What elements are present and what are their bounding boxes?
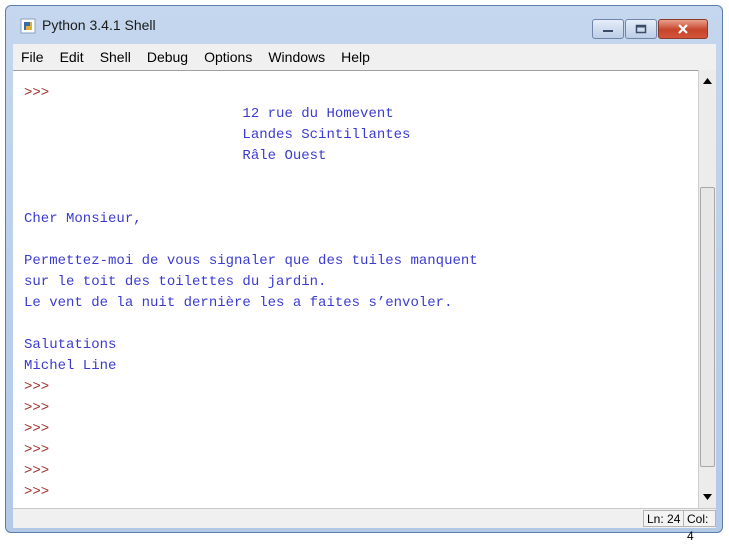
shell-output-line: sur le toit des toilettes du jardin. — [24, 274, 327, 290]
arrow-down-icon — [703, 493, 712, 500]
scroll-up-button[interactable] — [699, 72, 716, 89]
shell-output-line: Cher Monsieur, — [24, 211, 142, 227]
shell-output-line: Râle Ouest — [24, 148, 327, 164]
menu-windows[interactable]: Windows — [260, 44, 333, 70]
menu-shell[interactable]: Shell — [92, 44, 139, 70]
arrow-up-icon — [703, 77, 712, 84]
shell-output-line: Le vent de la nuit dernière les a faites… — [24, 295, 453, 311]
window-title: Python 3.4.1 Shell — [42, 17, 156, 33]
shell-output-line: Michel Line — [24, 358, 117, 374]
shell-prompt-line: >>> — [24, 463, 50, 479]
shell-text-area[interactable]: >>> 12 rue du Homevent Landes Scintillan… — [13, 70, 698, 508]
menu-bar: File Edit Shell Debug Options Windows He… — [13, 44, 716, 70]
status-bar: Ln: 24 Col: 4 — [13, 508, 716, 543]
python-icon — [20, 18, 36, 34]
menu-file[interactable]: File — [13, 44, 52, 70]
menu-debug[interactable]: Debug — [139, 44, 196, 70]
scrollbar-thumb[interactable] — [700, 187, 715, 467]
idle-shell-window: Python 3.4.1 Shell File Edit Shell Debug… — [5, 5, 723, 543]
status-line: Ln: 24 — [643, 510, 685, 527]
shell-output-line: Salutations — [24, 337, 117, 353]
maximize-button[interactable] — [625, 19, 657, 39]
close-button[interactable] — [658, 19, 708, 39]
shell-prompt-line: >>> — [24, 85, 50, 101]
shell-prompt-line: >>> — [24, 484, 50, 500]
vertical-scrollbar[interactable] — [698, 70, 716, 508]
minimize-button[interactable] — [592, 19, 624, 39]
shell-output-line: 12 rue du Homevent — [24, 106, 394, 122]
menu-help[interactable]: Help — [333, 44, 378, 70]
shell-prompt-line: >>> — [24, 442, 50, 458]
maximize-icon — [635, 24, 647, 34]
shell-prompt-line: >>> — [24, 421, 50, 437]
menu-options[interactable]: Options — [196, 44, 260, 70]
title-bar[interactable]: Python 3.4.1 Shell — [6, 6, 722, 44]
menu-edit[interactable]: Edit — [52, 44, 92, 70]
status-col: Col: 4 — [683, 510, 716, 543]
shell-output-line: Permettez-moi de vous signaler que des t… — [24, 253, 478, 269]
scroll-down-button[interactable] — [699, 488, 716, 505]
shell-output-line: Landes Scintillantes — [24, 127, 411, 143]
shell-prompt-line: >>> — [24, 400, 50, 416]
shell-prompt-line: >>> — [24, 379, 50, 395]
minimize-icon — [603, 30, 613, 32]
close-icon — [678, 24, 688, 34]
